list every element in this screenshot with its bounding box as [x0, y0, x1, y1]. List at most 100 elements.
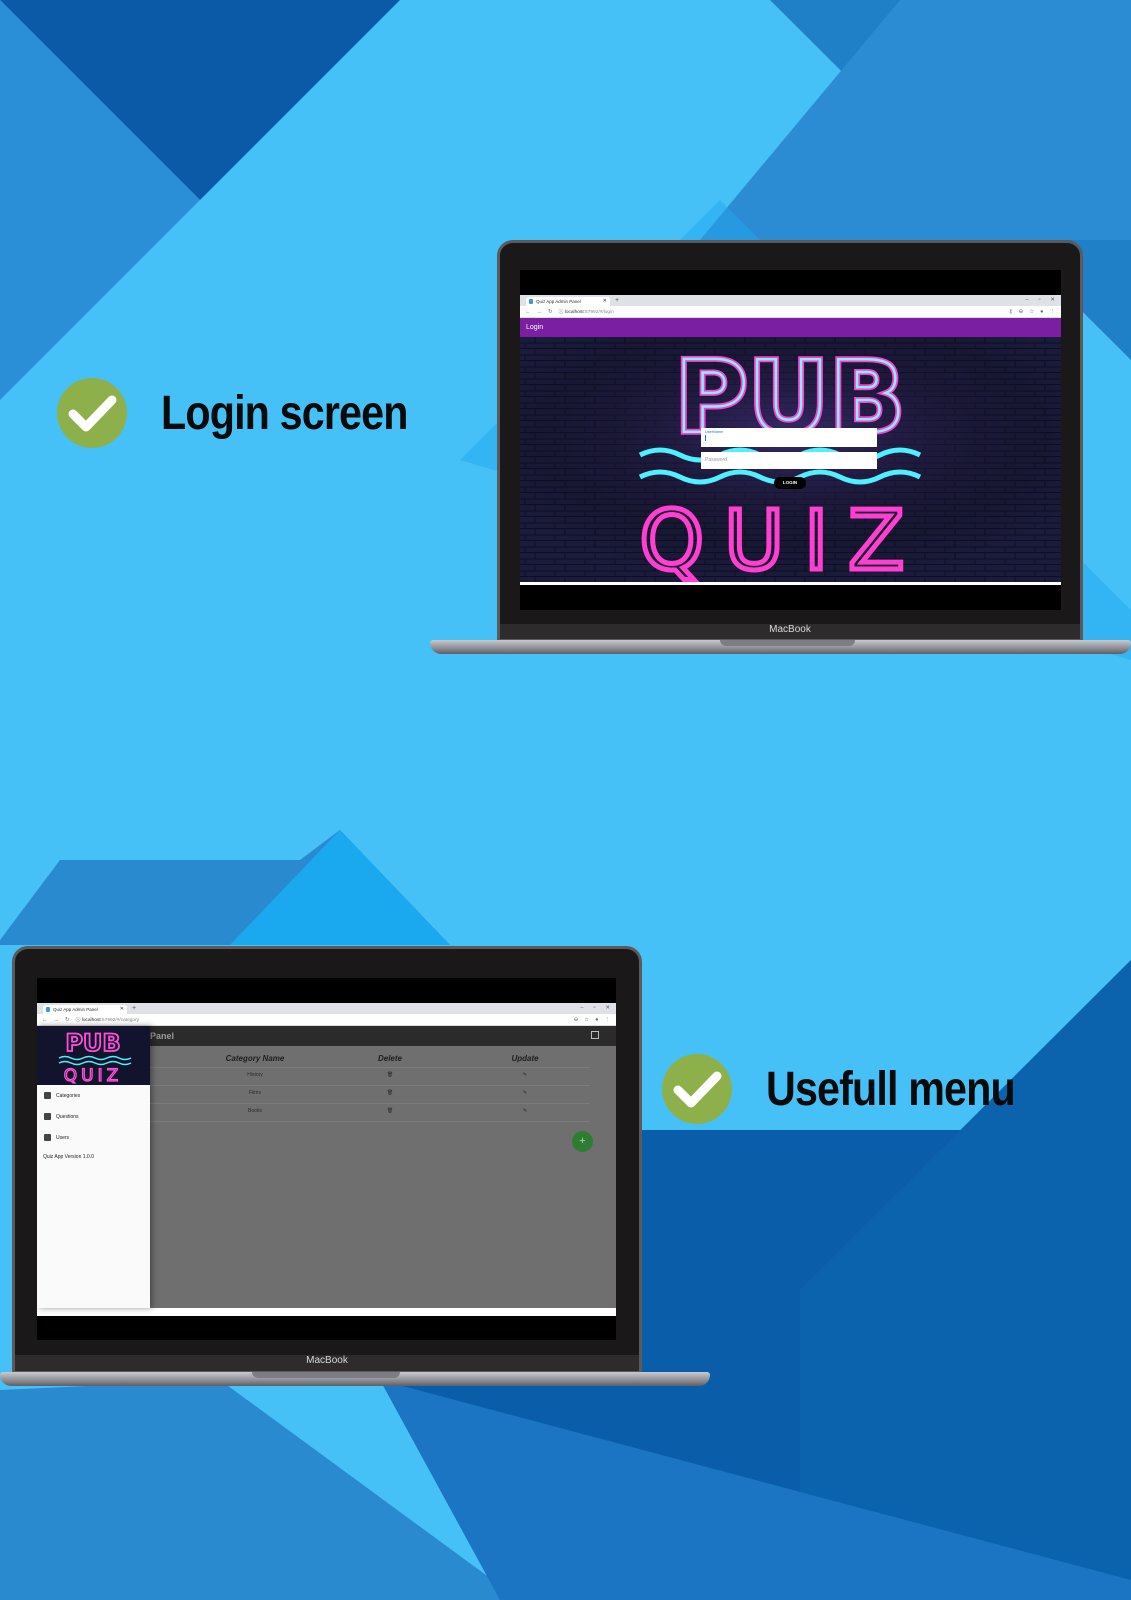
tab-title: Quiz App Admin Panel	[536, 299, 581, 304]
url-field[interactable]: ⓘ localhost:57992/#/category	[76, 1016, 139, 1023]
star-icon[interactable]: ☆	[584, 1014, 589, 1026]
add-category-button[interactable]: +	[572, 1131, 593, 1152]
column-header-delete: Delete	[377, 1054, 402, 1063]
profile-icon[interactable]: ●	[595, 1014, 598, 1026]
url-path: :57992/#/login	[583, 310, 614, 315]
browser-window: Quiz App Admin Panel ✕ + – ▫ ✕ ← → ↻ ⓘ l…	[37, 1003, 616, 1316]
pencil-icon[interactable]: ✎	[475, 1090, 575, 1096]
url-host: localhost	[564, 310, 584, 315]
new-tab-icon[interactable]: +	[132, 1004, 136, 1014]
drawer-item-label: Categories	[56, 1092, 81, 1099]
category-name: History	[247, 1072, 263, 1078]
minimize-icon[interactable]: –	[580, 1003, 583, 1013]
browser-tab[interactable]: Quiz App Admin Panel ✕	[526, 297, 610, 306]
laptop-notch	[720, 640, 855, 646]
close-tab-icon[interactable]: ✕	[603, 297, 607, 306]
username-field[interactable]: UserName	[701, 428, 877, 447]
password-placeholder: Password	[705, 457, 727, 463]
pencil-icon[interactable]: ✎	[475, 1072, 575, 1078]
laptop-lid: Quiz App Admin Panel ✕ + – ▫ ✕ ← → ↻ ⓘ l…	[12, 946, 642, 1374]
app-version: Quiz App Version 1.0.0	[43, 1154, 94, 1160]
drawer-logo: PUB QUIZ	[37, 1026, 150, 1085]
admin-page: Panel Category Name Delete Update Histor…	[37, 1026, 616, 1308]
maximize-icon[interactable]: ▫	[1038, 295, 1040, 305]
star-icon[interactable]: ☆	[1029, 306, 1034, 318]
drawer-item-categories[interactable]: Categories	[37, 1085, 150, 1106]
person-icon	[44, 1092, 51, 1099]
trash-icon[interactable]: 🗑	[340, 1090, 440, 1096]
address-actions: ⊖ ☆ ● ⋮	[574, 1014, 610, 1026]
column-header-update: Update	[511, 1054, 539, 1063]
category-name: Films	[249, 1090, 261, 1096]
calendar-icon	[44, 1113, 51, 1120]
drawer-item-label: Questions	[56, 1113, 79, 1120]
feature-useful-menu: Usefull menu	[662, 1054, 1055, 1124]
url-host: localhost	[81, 1018, 101, 1023]
reload-icon[interactable]: ↻	[548, 309, 553, 315]
text-caret	[705, 435, 706, 441]
minimize-icon[interactable]: –	[1025, 295, 1028, 305]
url-field[interactable]: ⓘ localhost:57992/#/login	[559, 308, 614, 315]
zoom-icon[interactable]: ⊖	[574, 1014, 579, 1026]
login-background: PUB PUB QUIZ UserName Password LOGIN	[520, 337, 1061, 582]
svg-text:PUB: PUB	[65, 1029, 120, 1057]
laptop-screen: Quiz App Admin Panel ✕ + – ▫ ✕ ← → ↻ ⓘ l…	[37, 978, 616, 1340]
laptop-brand-label: MacBook	[769, 624, 811, 635]
more-icon[interactable]: ⋮	[1050, 306, 1056, 318]
app-header: Login	[520, 318, 1061, 337]
trash-icon[interactable]: 🗑	[340, 1108, 440, 1114]
window-controls: – ▫ ✕	[1025, 295, 1055, 305]
close-tab-icon[interactable]: ✕	[120, 1005, 124, 1014]
drawer-item-users[interactable]: Users	[37, 1127, 150, 1148]
reload-icon[interactable]: ↻	[65, 1017, 70, 1023]
profile-icon[interactable]: ●	[1040, 306, 1043, 318]
grid-icon[interactable]	[591, 1031, 599, 1039]
new-tab-icon[interactable]: +	[615, 296, 619, 306]
table-row: Films 🗑 ✎	[150, 1086, 590, 1104]
laptop-notch	[252, 1372, 400, 1378]
pub-quiz-neon-logo: PUB QUIZ	[58, 1028, 132, 1085]
laptop-login: Quiz App Admin Panel ✕ + – ▫ ✕ ← → ↻ ⓘ l…	[430, 240, 1131, 656]
pencil-icon[interactable]: ✎	[475, 1108, 575, 1114]
browser-tab[interactable]: Quiz App Admin Panel ✕	[43, 1005, 127, 1014]
table-row: Books 🗑 ✎	[150, 1104, 590, 1122]
close-window-icon[interactable]: ✕	[1050, 295, 1055, 305]
address-bar: ← → ↻ ⓘ localhost:57992/#/category ⊖ ☆ ●…	[37, 1014, 616, 1026]
browser-window: Quiz App Admin Panel ✕ + – ▫ ✕ ← → ↻ ⓘ l…	[520, 295, 1061, 585]
feature-login-screen: Login screen	[57, 378, 448, 448]
url-path: :57992/#/category	[100, 1018, 140, 1023]
username-label: UserName	[705, 430, 724, 434]
key-icon[interactable]: ⚷	[1009, 306, 1013, 318]
folder-icon	[44, 1134, 51, 1141]
category-name: Books	[248, 1108, 262, 1114]
trash-icon[interactable]: 🗑	[340, 1072, 440, 1078]
navigation-drawer: PUB QUIZ Categories Questions Users Quiz…	[37, 1026, 150, 1308]
column-header-name: Category Name	[225, 1054, 285, 1063]
zoom-icon[interactable]: ⊖	[1019, 306, 1024, 318]
drawer-item-label: Users	[56, 1134, 70, 1141]
more-icon[interactable]: ⋮	[605, 1014, 611, 1026]
drawer-item-questions[interactable]: Questions	[37, 1106, 150, 1127]
back-icon[interactable]: ←	[525, 309, 531, 315]
tab-title: Quiz App Admin Panel	[53, 1007, 98, 1012]
table-row: History 🗑 ✎	[150, 1068, 590, 1086]
tab-bar: Quiz App Admin Panel ✕ + – ▫ ✕	[520, 295, 1061, 306]
window-controls: – ▫ ✕	[580, 1003, 610, 1013]
forward-icon[interactable]: →	[54, 1017, 60, 1023]
maximize-icon[interactable]: ▫	[593, 1003, 595, 1013]
table-header-row: Category Name Delete Update	[150, 1050, 590, 1068]
svg-text:QUIZ: QUIZ	[64, 1066, 122, 1085]
close-window-icon[interactable]: ✕	[605, 1003, 610, 1013]
back-icon[interactable]: ←	[42, 1017, 48, 1023]
feature-label: Login screen	[161, 386, 408, 440]
laptop-lid: Quiz App Admin Panel ✕ + – ▫ ✕ ← → ↻ ⓘ l…	[497, 240, 1083, 642]
address-actions: ⚷ ⊖ ☆ ● ⋮	[1009, 306, 1055, 318]
login-button[interactable]: LOGIN	[774, 477, 806, 489]
page-title: Panel	[150, 1031, 175, 1041]
tab-bar: Quiz App Admin Panel ✕ + – ▫ ✕	[37, 1003, 616, 1014]
category-table: Category Name Delete Update History 🗑 ✎ …	[150, 1050, 590, 1122]
password-field[interactable]: Password	[701, 452, 877, 469]
laptop-screen: Quiz App Admin Panel ✕ + – ▫ ✕ ← → ↻ ⓘ l…	[520, 270, 1061, 610]
favicon-icon	[46, 1007, 50, 1012]
forward-icon[interactable]: →	[537, 309, 543, 315]
